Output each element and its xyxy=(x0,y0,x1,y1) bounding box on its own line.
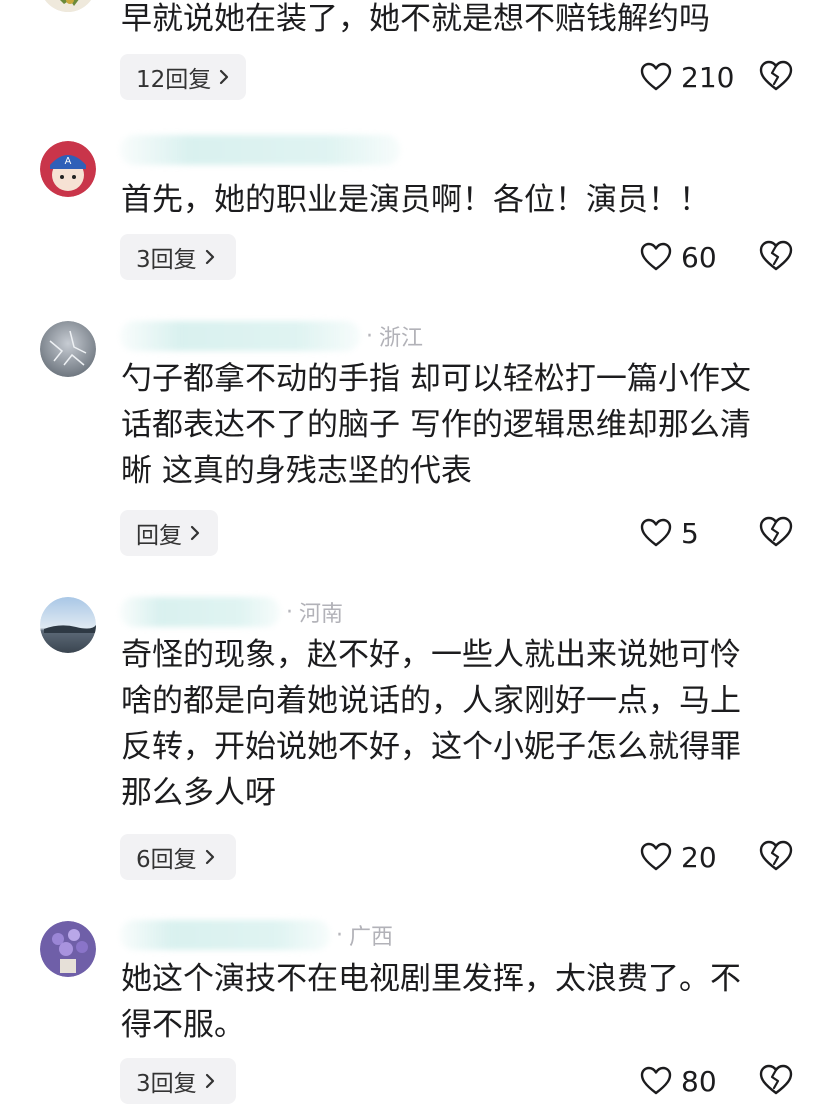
reply-button[interactable]: 回复 xyxy=(120,510,218,556)
region-label: 广西 xyxy=(349,925,394,950)
like-button[interactable]: 5 xyxy=(640,510,699,556)
reply-label: 12回复 xyxy=(136,67,212,93)
like-button[interactable]: 210 xyxy=(640,54,734,100)
heart-outline-icon xyxy=(640,1066,672,1095)
chevron-right-icon xyxy=(190,525,200,541)
broken-heart-icon[interactable] xyxy=(759,840,793,872)
heart-outline-icon xyxy=(640,842,672,871)
comment-meta: · 广西 xyxy=(120,915,393,955)
author-name[interactable] xyxy=(120,321,360,351)
region-label: 浙江 xyxy=(379,326,424,351)
avatar[interactable] xyxy=(40,0,96,12)
meta-separator: · xyxy=(336,922,343,948)
like-count: 20 xyxy=(681,840,717,874)
svg-text:A: A xyxy=(65,156,72,167)
reply-button[interactable]: 12回复 xyxy=(120,54,246,100)
avatar[interactable] xyxy=(40,321,96,377)
heart-outline-icon xyxy=(640,242,672,271)
reply-label: 3回复 xyxy=(136,247,197,273)
broken-heart-icon[interactable] xyxy=(759,1064,793,1096)
like-button[interactable]: 20 xyxy=(640,834,717,880)
avatar[interactable] xyxy=(40,597,96,653)
like-count: 5 xyxy=(681,516,699,550)
comment-meta: · 河南 xyxy=(120,592,343,632)
like-count: 80 xyxy=(681,1064,717,1098)
region-label: 河南 xyxy=(299,602,344,627)
reply-button[interactable]: 3回复 xyxy=(120,1058,236,1104)
heart-outline-icon xyxy=(640,62,672,91)
like-button[interactable]: 80 xyxy=(640,1058,717,1104)
reply-label: 回复 xyxy=(136,523,182,549)
comment-text: 她这个演技不在电视剧里发挥，太浪费了。不 得不服。 xyxy=(121,961,741,1043)
reply-label: 6回复 xyxy=(136,847,197,873)
author-name[interactable] xyxy=(120,920,330,950)
author-name[interactable] xyxy=(120,597,280,627)
avatar[interactable] xyxy=(40,921,96,977)
chevron-right-icon xyxy=(205,1073,214,1089)
like-count: 210 xyxy=(681,60,735,94)
comment-meta xyxy=(120,130,400,170)
chevron-right-icon xyxy=(220,69,229,85)
comment-text: 奇怪的现象，赵不好，一些人就出来说她可怜 啥的都是向着她说话的，人家刚好一点，马… xyxy=(121,637,741,811)
chevron-right-icon xyxy=(205,849,214,865)
comment-text: 首先，她的职业是演员啊！各位！演员！！ xyxy=(121,182,710,218)
reply-button[interactable]: 3回复 xyxy=(120,234,236,280)
reply-button[interactable]: 6回复 xyxy=(120,834,236,880)
like-count: 60 xyxy=(681,240,717,274)
meta-separator: · xyxy=(366,323,373,349)
broken-heart-icon[interactable] xyxy=(759,240,793,272)
reply-label: 3回复 xyxy=(136,1071,197,1097)
comment-text: 早就说她在装了，她不就是想不赔钱解约吗 xyxy=(121,1,710,37)
meta-separator: · xyxy=(286,599,293,625)
comment-meta: · 浙江 xyxy=(120,316,423,356)
heart-outline-icon xyxy=(640,518,672,547)
author-name[interactable] xyxy=(120,135,400,165)
broken-heart-icon[interactable] xyxy=(759,60,793,92)
chevron-right-icon xyxy=(205,249,214,265)
avatar[interactable]: A xyxy=(40,141,96,197)
comment-text: 勺子都拿不动的手指 却可以轻松打一篇小作文 话都表达不了的脑子 写作的逻辑思维却… xyxy=(121,361,751,489)
broken-heart-icon[interactable] xyxy=(759,516,793,548)
like-button[interactable]: 60 xyxy=(640,234,717,280)
